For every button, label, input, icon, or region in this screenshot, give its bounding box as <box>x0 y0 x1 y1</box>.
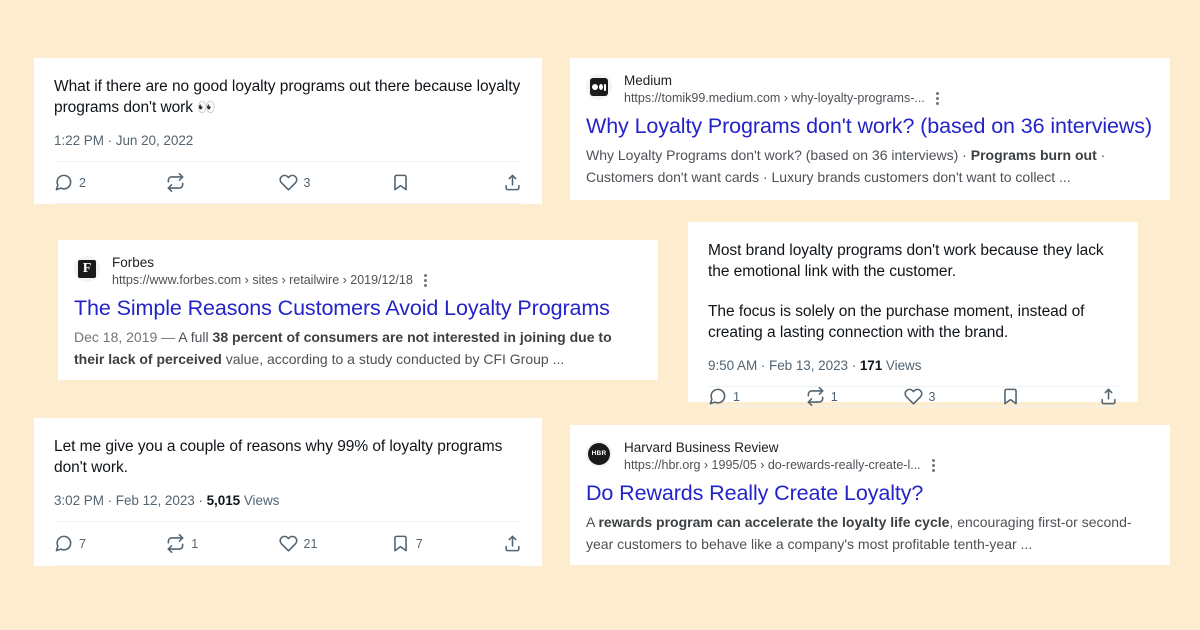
hbr-favicon-label: HBR <box>591 449 607 457</box>
views-label: Views <box>240 493 280 508</box>
retweet-icon <box>806 387 825 406</box>
eyes-emoji-icon: 👀 <box>197 99 216 116</box>
result-site-name: Forbes <box>112 255 155 270</box>
share-button[interactable] <box>1099 387 1118 406</box>
result-title-link[interactable]: The Simple Reasons Customers Avoid Loyal… <box>74 295 642 322</box>
views-count: 5,015 <box>206 493 241 508</box>
snippet-date: Dec 18, 2019 — <box>74 329 179 345</box>
more-options-icon[interactable] <box>420 272 431 289</box>
share-button[interactable] <box>503 534 522 553</box>
tweet-timestamp: 1:22 PM · Jun 20, 2022 <box>54 133 522 148</box>
reply-count: 1 <box>733 389 740 404</box>
reply-count: 2 <box>79 175 86 190</box>
tweet-body: What if there are no good loyalty progra… <box>54 76 522 118</box>
snippet-part: Why Loyalty Programs don't work? (based … <box>586 147 971 163</box>
reply-button[interactable]: 1 <box>708 387 806 406</box>
tweet-body: Let me give you a couple of reasons why … <box>54 436 522 478</box>
result-snippet: Why Loyalty Programs don't work? (based … <box>586 144 1154 188</box>
snippet-part: A full <box>178 329 213 345</box>
reply-icon <box>54 534 73 553</box>
tweet-timestamp: 3:02 PM · Feb 12, 2023 · 5,015 Views <box>54 493 522 508</box>
result-snippet: Dec 18, 2019 — A full 38 percent of cons… <box>74 326 642 370</box>
reply-count: 7 <box>79 536 86 551</box>
bookmark-count: 7 <box>415 536 423 551</box>
share-icon <box>1099 387 1118 406</box>
bookmark-button[interactable] <box>1001 387 1099 406</box>
result-site-name: Harvard Business Review <box>624 440 779 455</box>
snippet-part-bold: Programs burn out <box>970 147 1097 163</box>
bookmark-icon <box>391 173 410 192</box>
reply-button[interactable]: 7 <box>54 534 166 553</box>
tweet-timestamp: 9:50 AM · Feb 13, 2023 · 171 Views <box>708 358 1118 373</box>
views-count: 171 <box>859 358 883 373</box>
like-heart-icon <box>278 534 298 553</box>
tweet-line: Most brand loyalty programs don't work b… <box>708 242 1104 280</box>
search-result-medium[interactable]: Medium https://tomik99.medium.com › why-… <box>570 58 1170 200</box>
result-url: https://hbr.org › 1995/05 › do-rewards-r… <box>624 458 921 472</box>
snippet-part: A <box>586 514 599 530</box>
timestamp-text: 9:50 AM · Feb 13, 2023 · <box>708 358 860 373</box>
bookmark-icon <box>1001 387 1020 406</box>
like-count: 3 <box>928 389 936 404</box>
result-header: Medium https://tomik99.medium.com › why-… <box>586 72 1154 107</box>
like-heart-icon <box>903 387 923 406</box>
snippet-part: value, according to a study conducted by… <box>221 351 565 367</box>
retweet-button[interactable]: 1 <box>166 534 278 553</box>
retweet-icon <box>166 534 185 553</box>
reply-icon <box>708 387 727 406</box>
retweet-count: 1 <box>830 389 838 404</box>
share-icon <box>503 534 522 553</box>
tweet-line: Let me give you a couple of reasons why … <box>54 438 503 476</box>
search-result-forbes[interactable]: F Forbes https://www.forbes.com › sites … <box>58 240 658 380</box>
tweet-line: The focus is solely on the purchase mome… <box>708 303 1085 341</box>
like-count: 21 <box>303 536 318 551</box>
timestamp-text: 1:22 PM · Jun 20, 2022 <box>54 133 194 148</box>
retweet-button[interactable] <box>166 173 278 192</box>
search-result-hbr[interactable]: HBR Harvard Business Review https://hbr.… <box>570 425 1170 565</box>
tweet-card-99-percent[interactable]: Let me give you a couple of reasons why … <box>34 418 542 566</box>
forbes-favicon-icon: F <box>74 256 100 282</box>
like-button[interactable]: 21 <box>278 534 391 553</box>
result-site-name: Medium <box>624 73 673 88</box>
tweet-body: Most brand loyalty programs don't work b… <box>708 240 1118 343</box>
tweet-card-no-good-loyalty-programs[interactable]: What if there are no good loyalty progra… <box>34 58 542 204</box>
tweet-action-bar: 1 1 3 <box>708 386 1118 407</box>
result-header: HBR Harvard Business Review https://hbr.… <box>586 439 1154 474</box>
result-title-link[interactable]: Do Rewards Really Create Loyalty? <box>586 480 1154 507</box>
like-button[interactable]: 3 <box>903 387 1002 406</box>
bookmark-button[interactable] <box>391 173 503 192</box>
more-options-icon[interactable] <box>928 457 939 474</box>
tweet-action-bar: 7 1 21 7 <box>54 521 522 566</box>
hbr-favicon-icon: HBR <box>586 441 612 467</box>
more-options-icon[interactable] <box>932 90 943 107</box>
tweet-line: What if there are no good loyalty progra… <box>54 78 521 116</box>
result-title-link[interactable]: Why Loyalty Programs don't work? (based … <box>586 113 1154 140</box>
retweet-icon <box>166 173 185 192</box>
result-url: https://tomik99.medium.com › why-loyalty… <box>624 91 925 105</box>
result-snippet: A rewards program can accelerate the loy… <box>586 511 1154 555</box>
share-button[interactable] <box>503 173 522 192</box>
result-url: https://www.forbes.com › sites › retailw… <box>112 273 413 287</box>
reply-icon <box>54 173 73 192</box>
like-button[interactable]: 3 <box>278 173 391 192</box>
snippet-part-bold: rewards program can accelerate the loyal… <box>598 514 950 530</box>
like-count: 3 <box>303 175 311 190</box>
tweet-card-emotional-link[interactable]: Most brand loyalty programs don't work b… <box>688 222 1138 407</box>
bookmark-button[interactable]: 7 <box>391 534 503 553</box>
retweet-button[interactable]: 1 <box>806 387 904 406</box>
timestamp-text: 3:02 PM · Feb 12, 2023 · <box>54 493 207 508</box>
result-header: F Forbes https://www.forbes.com › sites … <box>74 254 642 289</box>
bookmark-icon <box>391 534 410 553</box>
retweet-count: 1 <box>191 536 199 551</box>
like-heart-icon <box>278 173 298 192</box>
medium-favicon-icon <box>586 74 612 100</box>
views-label: Views <box>882 358 922 373</box>
reply-button[interactable]: 2 <box>54 173 166 192</box>
share-icon <box>503 173 522 192</box>
tweet-action-bar: 2 3 <box>54 161 522 204</box>
